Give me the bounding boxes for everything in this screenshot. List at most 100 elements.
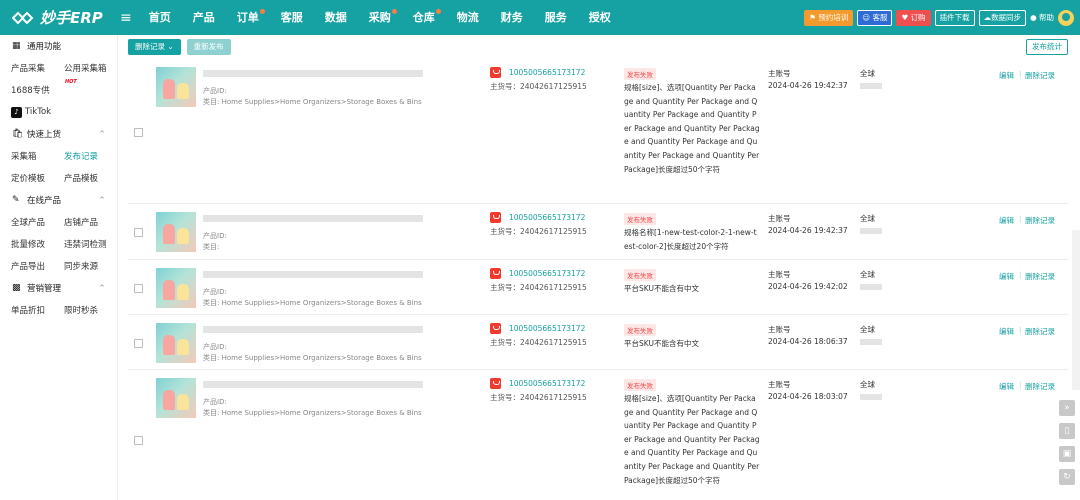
sidebar-item[interactable]: 发布记录 <box>64 150 117 162</box>
goods-number: 主货号：24042617125915 <box>490 227 587 236</box>
save-icon[interactable]: ▣ <box>1059 446 1075 462</box>
account-name: 主账号 <box>768 380 791 389</box>
product-thumbnail[interactable] <box>156 268 196 308</box>
sidebar-group-1[interactable]: ✎ 在线产品 ^ <box>0 189 117 211</box>
edit-button[interactable]: 编辑 <box>999 381 1014 392</box>
mobile-icon[interactable]: ▯ <box>1059 423 1075 439</box>
item-id-link[interactable]: 1005005665173172 <box>509 213 585 222</box>
sidebar-item-public-box[interactable]: 公用采集箱 <box>64 62 117 74</box>
chevron-up-icon[interactable]: ^ <box>99 130 105 138</box>
fail-reason: 平台SKU不能含有中文 <box>624 284 699 293</box>
product-title-redacted <box>203 381 423 388</box>
chevron-up-icon[interactable]: ^ <box>99 284 105 292</box>
goods-number: 主货号：24042617125915 <box>490 393 587 402</box>
nav-item-3[interactable]: 客服 <box>270 0 314 35</box>
sidebar-item[interactable]: 同步来源 <box>64 260 117 272</box>
goods-number: 主货号：24042617125915 <box>490 338 587 347</box>
app-logo[interactable]: 妙手ERP <box>0 7 120 28</box>
nav-item-1[interactable]: 产品 <box>182 0 226 35</box>
data-sync-button[interactable]: ☁数据同步 <box>978 9 1027 26</box>
sidebar-item[interactable]: 定价模板 <box>11 172 64 184</box>
sidebar-item[interactable]: 单品折扣 <box>11 304 64 316</box>
delete-record-button[interactable]: 删除记录 <box>1025 271 1055 282</box>
publish-time: 2024-04-26 19:42:02 <box>768 282 848 291</box>
sidebar-group-0[interactable]: 🛍 快速上货 ^ <box>0 123 117 145</box>
product-thumbnail[interactable] <box>156 212 196 252</box>
item-id-link[interactable]: 1005005665173172 <box>509 68 585 77</box>
sidebar-item[interactable]: 批量修改 <box>11 238 64 250</box>
main-nav: 首页 产品 订单 客服 数据 采购 仓库 物流 财务 服务 授权 <box>138 0 622 35</box>
publish-stats-button[interactable]: 发布统计 <box>1026 39 1068 55</box>
sidebar-item-collect[interactable]: 产品采集 <box>11 62 64 74</box>
nav-item-4[interactable]: 数据 <box>314 0 358 35</box>
refresh-icon[interactable]: ↻ <box>1059 469 1075 485</box>
region: 全球 <box>860 69 875 78</box>
fail-reason: 规格[size]、选项[Quantity Per Package and Qua… <box>624 83 760 174</box>
row-checkbox[interactable] <box>134 338 143 348</box>
sidebar-item[interactable]: 全球产品 <box>11 216 64 228</box>
product-thumbnail[interactable] <box>156 323 196 363</box>
chevron-up-icon[interactable]: ^ <box>99 196 105 204</box>
row-checkbox[interactable] <box>134 228 143 237</box>
status-badge: 发布失败 <box>624 213 656 225</box>
row-checkbox[interactable] <box>134 436 143 445</box>
nav-item-8[interactable]: 财务 <box>490 0 534 35</box>
edit-button[interactable]: 编辑 <box>999 271 1014 282</box>
help-link[interactable]: ● 帮助 <box>1030 12 1054 23</box>
nav-item-10[interactable]: 授权 <box>578 0 622 35</box>
nav-item-0[interactable]: 首页 <box>138 0 182 35</box>
table-row: 产品ID: 类目: Home Supplies>Home Organizers>S… <box>128 315 1068 370</box>
sidebar-item-1688[interactable]: 1688专供 HOT <box>11 79 77 96</box>
sidebar-item[interactable]: 产品导出 <box>11 260 64 272</box>
region-detail-redacted <box>860 83 882 89</box>
sidebar-item[interactable]: 产品模板 <box>64 172 117 184</box>
nav-item-2[interactable]: 订单 <box>226 0 270 35</box>
account-name: 主账号 <box>768 325 791 334</box>
delete-record-button[interactable]: 删除记录 <box>1025 381 1055 392</box>
region: 全球 <box>860 325 875 334</box>
product-thumbnail[interactable] <box>156 67 196 107</box>
notification-dot <box>259 9 265 14</box>
row-checkbox[interactable] <box>134 127 143 137</box>
account-name: 主账号 <box>768 69 791 78</box>
nav-item-7[interactable]: 物流 <box>446 0 490 35</box>
menu-toggle-icon[interactable]: ≡ <box>120 10 132 26</box>
delete-record-button[interactable]: 删除记录 <box>1025 326 1055 337</box>
status-badge: 发布失败 <box>624 379 656 391</box>
nav-item-6[interactable]: 仓库 <box>402 0 446 35</box>
nav-item-9[interactable]: 服务 <box>534 0 578 35</box>
sidebar-item[interactable]: 限时秒杀 <box>64 304 117 316</box>
sidebar-item[interactable]: 店铺产品 <box>64 216 117 228</box>
sidebar-item[interactable]: 采集箱 <box>11 150 64 162</box>
sidebar-item-tiktok[interactable]: ♪ TikTok <box>0 101 117 123</box>
product-thumbnail[interactable] <box>156 378 196 418</box>
edit-button[interactable]: 编辑 <box>999 70 1014 81</box>
delete-records-button[interactable]: 删除记录 ⌄ <box>128 39 181 55</box>
sidebar-group-2[interactable]: ▩ 营销管理 ^ <box>0 277 117 299</box>
expand-icon[interactable]: » <box>1059 400 1075 416</box>
item-id-link[interactable]: 1005005665173172 <box>509 379 585 388</box>
region-detail-redacted <box>860 228 882 234</box>
marketing-icon: ▩ <box>12 283 21 293</box>
row-checkbox[interactable] <box>134 283 143 293</box>
product-title-redacted <box>203 271 423 278</box>
edit-button[interactable]: 编辑 <box>999 215 1014 226</box>
item-id-link[interactable]: 1005005665173172 <box>509 269 585 278</box>
order-button[interactable]: ♥ 订购 <box>896 9 931 26</box>
delete-record-button[interactable]: 删除记录 <box>1025 215 1055 226</box>
table-row: 产品ID: 类目: Home Supplies>Home Organizers>S… <box>128 370 1068 500</box>
sidebar-item[interactable]: 违禁词检测 <box>64 238 117 250</box>
republish-button[interactable]: 重新发布 <box>186 39 231 55</box>
plugin-download-button[interactable]: 插件下载 <box>934 9 975 26</box>
user-avatar[interactable] <box>1058 9 1074 26</box>
sidebar: ▦ 通用功能 产品采集 公用采集箱 1688专供 HOT ♪ TikTok 🛍 快速… <box>0 35 118 500</box>
training-button[interactable]: ⚑ 预约培训 <box>804 9 854 26</box>
action-divider: | <box>1019 271 1022 279</box>
nav-item-5[interactable]: 采购 <box>358 0 402 35</box>
item-id-link[interactable]: 1005005665173172 <box>509 324 585 333</box>
scrollbar-track[interactable] <box>1072 230 1080 390</box>
delete-record-button[interactable]: 删除记录 <box>1025 70 1055 81</box>
aliexpress-icon <box>490 67 501 78</box>
edit-button[interactable]: 编辑 <box>999 326 1014 337</box>
customer-service-button[interactable]: ☺ 客服 <box>857 9 893 26</box>
